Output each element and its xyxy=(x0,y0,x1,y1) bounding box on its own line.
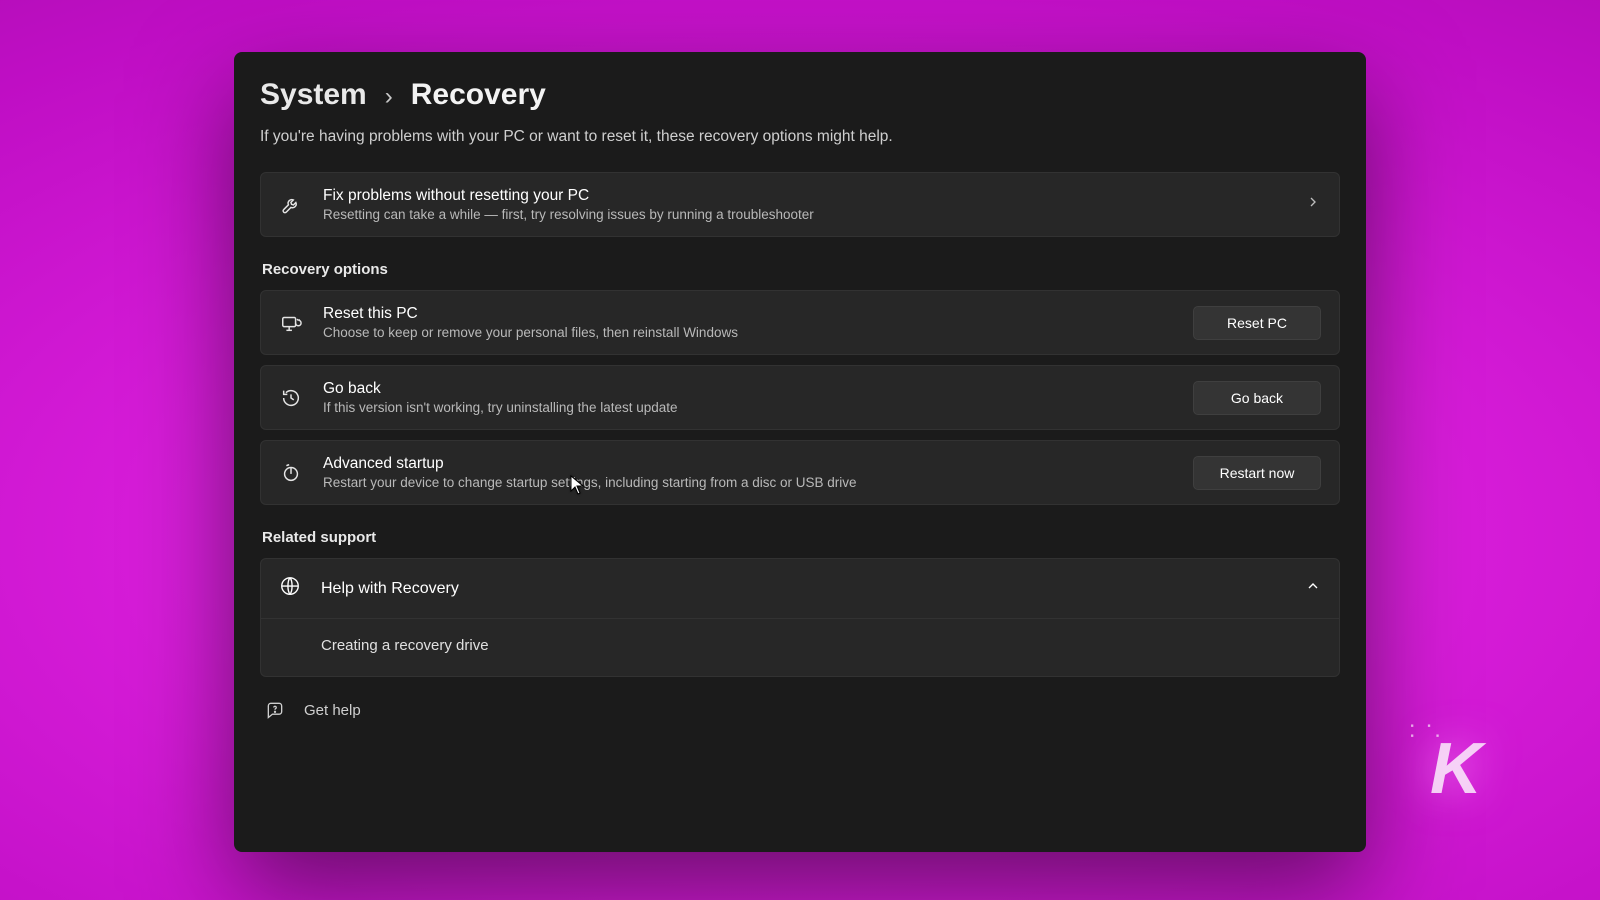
go-back-title: Go back xyxy=(323,380,1173,398)
related-support-heading: Related support xyxy=(262,529,1340,546)
watermark-logo: ∙ ∙∙ ∙ K xyxy=(1430,728,1480,810)
help-recovery-link[interactable]: Creating a recovery drive xyxy=(321,637,489,654)
fix-problems-row[interactable]: Fix problems without resetting your PC R… xyxy=(260,172,1340,237)
chevron-right-icon xyxy=(1305,194,1321,215)
get-help-label: Get help xyxy=(304,702,361,719)
settings-recovery-window: System › Recovery If you're having probl… xyxy=(234,52,1366,852)
watermark-dots-icon: ∙ ∙∙ ∙ xyxy=(1410,722,1444,742)
go-back-button[interactable]: Go back xyxy=(1193,381,1321,415)
breadcrumb-separator-icon: › xyxy=(385,83,393,111)
advanced-startup-row: Advanced startup Restart your device to … xyxy=(260,440,1340,505)
breadcrumb-parent[interactable]: System xyxy=(260,78,367,112)
reset-pc-icon xyxy=(279,311,303,335)
recovery-options-heading: Recovery options xyxy=(262,261,1340,278)
globe-help-icon xyxy=(279,575,301,602)
reset-pc-button[interactable]: Reset PC xyxy=(1193,306,1321,340)
reset-pc-title: Reset this PC xyxy=(323,305,1173,323)
get-help-row[interactable]: Get help xyxy=(260,687,1340,721)
reset-pc-desc: Choose to keep or remove your personal f… xyxy=(323,325,1173,340)
fix-problems-title: Fix problems without resetting your PC xyxy=(323,187,1285,205)
wrench-icon xyxy=(279,193,303,217)
help-chat-icon xyxy=(264,699,286,721)
restart-now-button[interactable]: Restart now xyxy=(1193,456,1321,490)
reset-pc-row: Reset this PC Choose to keep or remove y… xyxy=(260,290,1340,355)
page-subtitle: If you're having problems with your PC o… xyxy=(260,128,1340,146)
go-back-desc: If this version isn't working, try unins… xyxy=(323,400,1173,415)
chevron-up-icon xyxy=(1305,578,1321,599)
breadcrumb: System › Recovery xyxy=(260,78,1340,112)
advanced-startup-title: Advanced startup xyxy=(323,455,1173,473)
power-restart-icon xyxy=(279,461,303,485)
help-recovery-title: Help with Recovery xyxy=(321,580,1285,598)
go-back-row: Go back If this version isn't working, t… xyxy=(260,365,1340,430)
help-recovery-card: Help with Recovery Creating a recovery d… xyxy=(260,558,1340,677)
advanced-startup-desc: Restart your device to change startup se… xyxy=(323,475,1173,490)
page-title: Recovery xyxy=(411,78,546,112)
help-recovery-header[interactable]: Help with Recovery xyxy=(261,559,1339,618)
history-icon xyxy=(279,386,303,410)
fix-problems-desc: Resetting can take a while — first, try … xyxy=(323,207,1285,222)
